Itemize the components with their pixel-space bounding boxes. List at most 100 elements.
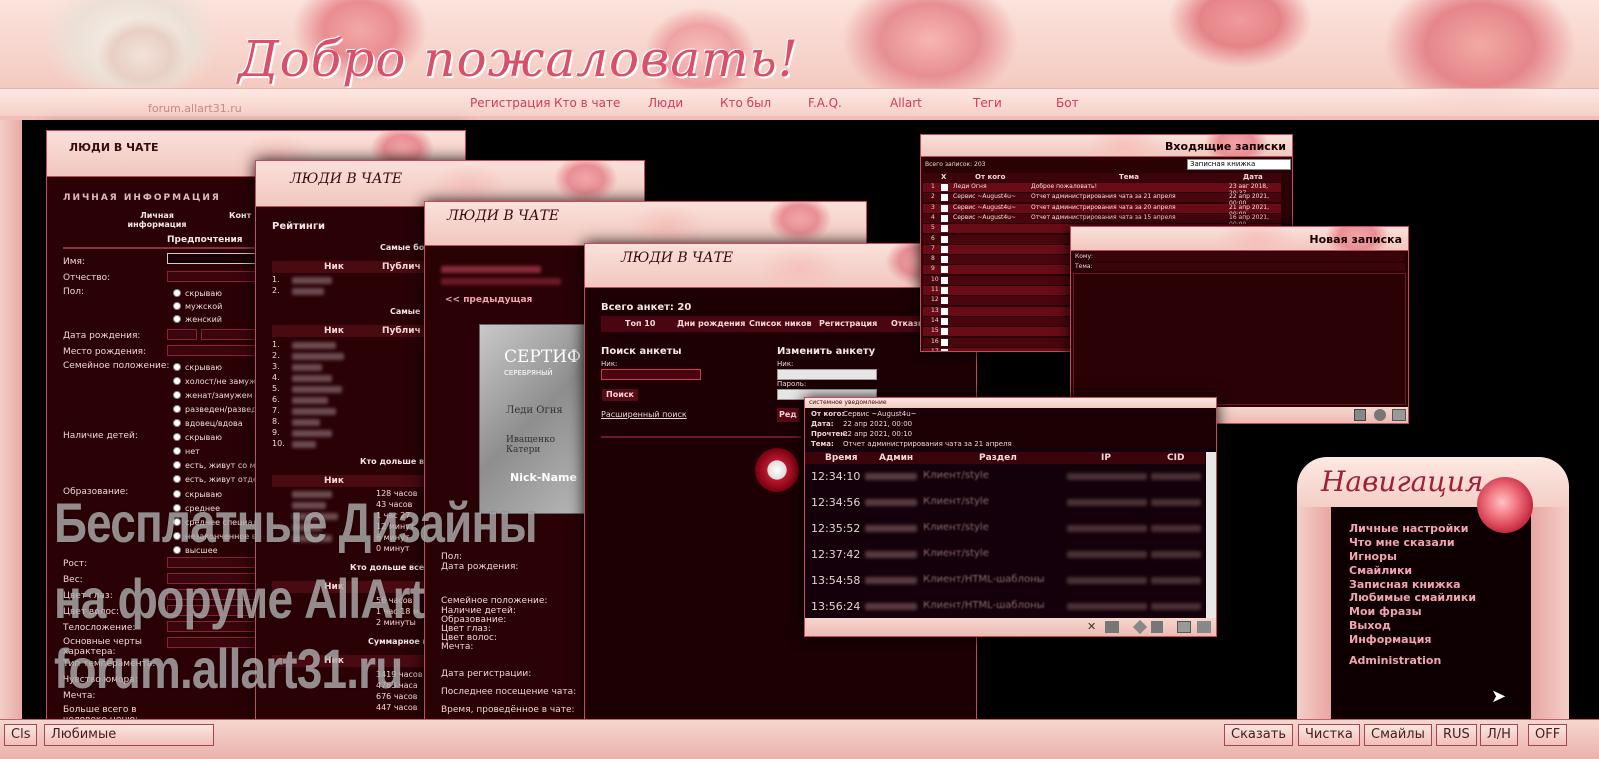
edit-nick-input[interactable]	[777, 369, 877, 380]
children-radio[interactable]	[173, 433, 181, 441]
gender-radio-male[interactable]	[173, 302, 181, 310]
row-checkbox[interactable]	[941, 235, 948, 243]
search-heading: Поиск анкеты	[601, 346, 682, 357]
inbox-row[interactable]: 3 Сервис ~August4u~ Отчет администрировани…	[923, 203, 1281, 218]
name-input[interactable]	[167, 253, 257, 264]
nav-info[interactable]: Информация	[1349, 633, 1432, 646]
tab-registration[interactable]: Регистрация	[819, 319, 877, 328]
children-radio[interactable]	[173, 475, 181, 483]
nav-people[interactable]: Люди	[648, 96, 683, 110]
user-icon[interactable]	[1374, 409, 1386, 421]
nav-register[interactable]: Регистрация	[470, 96, 550, 110]
inbox-total: Всего записок: 203	[925, 161, 986, 168]
children-radio[interactable]	[173, 461, 181, 469]
dob-month-select[interactable]	[201, 329, 257, 340]
children-radio[interactable]	[173, 447, 181, 455]
row-checkbox[interactable]	[941, 225, 948, 233]
diamond-icon[interactable]	[1132, 619, 1148, 635]
family-radio[interactable]	[173, 363, 181, 371]
ln-button[interactable]: Л/Н	[1480, 724, 1518, 746]
tab-contacts[interactable]: Конт	[229, 211, 251, 220]
row-from: Сервис ~August4u~	[953, 213, 1017, 221]
row-checkbox[interactable]	[941, 184, 948, 191]
smiley-icon[interactable]	[1105, 621, 1119, 633]
row-checkbox[interactable]	[941, 317, 948, 325]
nav-bot[interactable]: Бот	[1056, 96, 1079, 110]
log-admin-blurred	[865, 525, 917, 532]
search-button[interactable]: Поиск	[601, 388, 639, 402]
row-checkbox[interactable]	[941, 194, 948, 202]
smiley-icon[interactable]	[1354, 409, 1366, 421]
nav-smileys[interactable]: Смайлики	[1349, 564, 1412, 577]
nav-told-me[interactable]: Что мне сказали	[1349, 536, 1455, 549]
edit-button[interactable]: Ред	[777, 408, 799, 422]
nav-tags[interactable]: Теги	[973, 96, 1002, 110]
family-radio[interactable]	[173, 405, 181, 413]
nav-faq[interactable]: F.A.Q.	[808, 96, 842, 110]
dob-day-select[interactable]	[167, 329, 197, 340]
cert-owner: Иващенко Катери	[506, 435, 556, 455]
gender-radio-female[interactable]	[173, 315, 181, 323]
prev-link[interactable]: << предыдущая	[445, 295, 532, 305]
scrollbar[interactable]	[1206, 452, 1216, 618]
settings-icon[interactable]	[1197, 621, 1211, 633]
nav-ignores[interactable]: Игноры	[1349, 550, 1397, 563]
tab-nicks[interactable]: Список ников	[749, 319, 812, 328]
clear-button[interactable]: Чистка	[1298, 724, 1360, 746]
to-input[interactable]	[1093, 253, 1405, 261]
inbox-row[interactable]: 2 Сервис ~August4u~ Отчет администрировани…	[923, 193, 1281, 207]
rus-button[interactable]: RUS	[1436, 724, 1477, 746]
tab-top10[interactable]: Топ 10	[625, 319, 655, 328]
smileys-button[interactable]: Смайлы	[1364, 724, 1432, 746]
tab-birthdays[interactable]: Дни рождения	[677, 319, 745, 328]
search-nick-input[interactable]	[601, 369, 701, 380]
log-admin-blurred	[865, 603, 917, 610]
nav-allart[interactable]: Allart	[890, 96, 922, 110]
favorites-select[interactable]: Любимые	[44, 724, 214, 746]
col-nick: Ник	[324, 476, 344, 486]
row-checkbox[interactable]	[941, 328, 948, 336]
nav-exit[interactable]: Выход	[1349, 619, 1391, 632]
nav-personal-settings[interactable]: Личные настройки	[1349, 522, 1468, 535]
row-checkbox[interactable]	[941, 348, 948, 351]
nav-phrases[interactable]: Мои фразы	[1349, 605, 1422, 618]
window-icon[interactable]	[1177, 621, 1191, 633]
say-button[interactable]: Сказать	[1224, 724, 1294, 746]
nav-notebook[interactable]: Записная книжка	[1349, 578, 1461, 591]
nav-who-was[interactable]: Кто был	[720, 96, 771, 110]
patronymic-input[interactable]	[167, 271, 257, 282]
log-section: Клиент/style	[923, 522, 989, 533]
nav-admin[interactable]: Administration	[1349, 654, 1441, 667]
family-radio[interactable]	[173, 419, 181, 427]
advanced-search-link[interactable]: Расширенный поиск	[601, 410, 687, 419]
family-radio[interactable]	[173, 377, 181, 385]
cls-button[interactable]: Cls	[4, 724, 38, 746]
row-checkbox[interactable]	[941, 245, 948, 253]
send-icon[interactable]	[1392, 409, 1406, 421]
row-checkbox[interactable]	[941, 297, 948, 305]
off-button[interactable]: OFF	[1528, 724, 1568, 746]
row-checkbox[interactable]	[941, 214, 948, 222]
inbox-row[interactable]: 4 Сервис ~August4u~ Отчет администрировани…	[923, 213, 1281, 228]
row-checkbox[interactable]	[941, 338, 948, 346]
gender-radio-hidden[interactable]	[173, 289, 181, 297]
col-nick: Ник	[324, 326, 344, 336]
inbox-row[interactable]: 1 Леди Огня Доброе пожаловать! 23 авг 2018,…	[923, 183, 1281, 197]
row-checkbox[interactable]	[941, 276, 948, 284]
subject-input[interactable]	[1093, 263, 1405, 271]
notebook-select[interactable]: Записная книжка	[1187, 159, 1291, 170]
note-body-textarea[interactable]	[1073, 273, 1406, 405]
row-checkbox[interactable]	[941, 204, 948, 212]
row-checkbox[interactable]	[941, 256, 948, 264]
close-icon[interactable]: ✕	[1087, 621, 1097, 632]
row-checkbox[interactable]	[941, 287, 948, 294]
nav-fav-smileys[interactable]: Любимые смайлики	[1349, 591, 1476, 604]
nav-who-in-chat[interactable]: Кто в чате	[554, 96, 620, 110]
arrows-icon[interactable]	[1151, 621, 1163, 633]
tab-personal[interactable]: Личная информация	[127, 211, 187, 229]
family-radio[interactable]	[173, 391, 181, 399]
row-checkbox[interactable]	[941, 266, 948, 274]
tab-preferences[interactable]: Предпочтения	[167, 235, 243, 245]
row-checkbox[interactable]	[941, 307, 948, 315]
pob-input[interactable]	[167, 345, 257, 356]
